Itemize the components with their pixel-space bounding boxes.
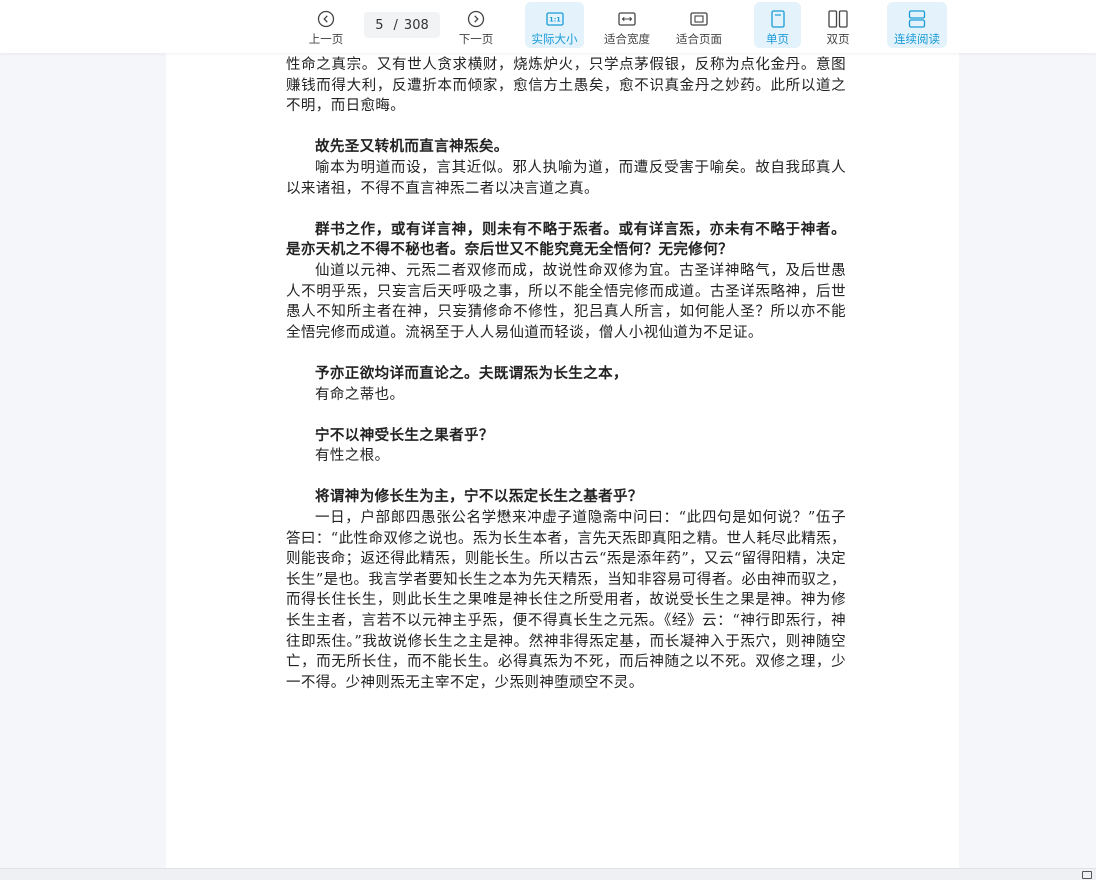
- single-page-button[interactable]: 单页: [754, 2, 801, 48]
- section-heading: 群书之作，或有详言神，则未有不略于炁者。或有详言炁，亦未有不略于神者。是亦天机之…: [286, 220, 846, 259]
- fit-width-label: 适合宽度: [604, 32, 650, 46]
- paragraph: 有性之根。: [315, 448, 390, 465]
- status-bar: [0, 868, 1096, 880]
- prev-page-label: 上一页: [308, 32, 344, 46]
- section-heading: 将谓神为修长生为主，宁不以炁定长生之基者乎？: [315, 488, 643, 506]
- next-page-label: 下一页: [458, 32, 494, 46]
- fit-page-button[interactable]: 适合页面: [669, 2, 729, 48]
- paragraph: 仙道以元神、元炁二者双修而成，故说性命双修为宜。古圣详神略气，及后世愚人不明乎炁…: [286, 262, 846, 341]
- continuous-reading-button[interactable]: 连续阅读: [887, 2, 947, 48]
- fit-width-button[interactable]: 适合宽度: [597, 2, 657, 48]
- prev-page-button[interactable]: 上一页: [300, 2, 352, 48]
- reader-toolbar: 上一页 5 / 308 下一页 1:1 实际大小 适合宽度 适合页面 单页 双页…: [0, 0, 1096, 53]
- page-indicator: 5 / 308: [364, 12, 440, 38]
- page-separator: /: [393, 17, 398, 33]
- chevron-right-circle-icon: [467, 8, 485, 30]
- resize-icon: [1082, 871, 1092, 879]
- paragraph: 喻本为明道而设，言其近似。邪人执喻为道，而遭反受害于喻矣。故自我邱真人以来诸祖，…: [286, 159, 846, 197]
- single-page-label: 单页: [766, 32, 789, 46]
- actual-size-label: 实际大小: [531, 32, 578, 46]
- continuous-reading-label: 连续阅读: [894, 32, 940, 46]
- double-page-button[interactable]: 双页: [815, 2, 861, 48]
- fit-page-label: 适合页面: [676, 32, 722, 46]
- double-page-label: 双页: [826, 32, 850, 46]
- section-heading: 故先圣又转机而直言神炁矣。: [315, 138, 509, 156]
- continuous-reading-icon: [908, 8, 926, 30]
- paragraph: 有命之蒂也。: [315, 386, 405, 403]
- actual-size-icon: 1:1: [545, 8, 564, 30]
- fit-page-icon: [690, 8, 708, 30]
- chevron-left-circle-icon: [317, 8, 335, 30]
- document-text: 性命之真宗。又有世人贪求横财，烧炼炉火，只学点茅假银，反称为点化金丹。意图赚钱而…: [286, 55, 846, 693]
- current-page-input[interactable]: 5: [375, 18, 383, 33]
- paragraph: 性命之真宗。又有世人贪求横财，烧炼炉火，只学点茅假银，反称为点化金丹。意图赚钱而…: [286, 57, 846, 115]
- fit-width-icon: [618, 8, 636, 30]
- actual-size-button[interactable]: 1:1 实际大小: [525, 2, 584, 48]
- total-pages: 308: [403, 17, 429, 33]
- single-page-icon: [770, 8, 785, 30]
- section-heading: 宁不以神受长生之果者乎？: [315, 426, 494, 444]
- double-page-icon: [828, 8, 848, 30]
- next-page-button[interactable]: 下一页: [450, 2, 502, 48]
- svg-text:1:1: 1:1: [549, 16, 561, 24]
- section-heading: 予亦正欲均详而直论之。夫既谓炁为长生之本，: [315, 364, 628, 382]
- paragraph: 一日，户部郎四愚张公名学懋来冲虚子道隐斋中问曰：“此四句是如何说？”伍子答曰：“…: [286, 510, 846, 691]
